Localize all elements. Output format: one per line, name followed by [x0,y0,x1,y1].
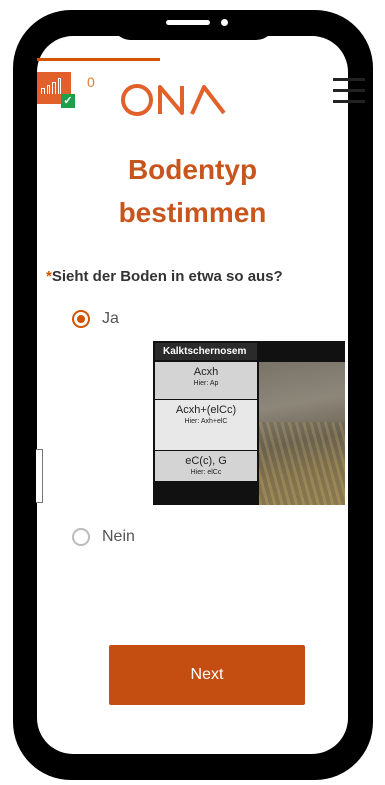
soil-layer-table: Acxh Hier: Ap Acxh+(elCc) Hier: Axh+elC … [155,362,257,481]
side-button [36,449,43,503]
option-ja-label: Ja [102,310,119,327]
option-nein[interactable]: Nein [72,528,135,546]
hamburger-menu-icon[interactable] [333,78,365,104]
phone-notch [111,10,276,40]
radio-nein[interactable] [72,528,90,546]
soil-layer-hier: Hier: elCc [190,469,222,476]
soil-image-heading: Kalktschernosem [155,343,257,360]
soil-photo [259,362,345,505]
question-label: *Sieht der Boden in etwa so aus? [46,268,283,285]
soil-layer: Acxh+(elCc) Hier: Axh+elC [155,400,257,450]
page-title-line1: Bodentyp [127,154,258,185]
check-icon: ✓ [61,94,75,108]
camera [221,19,228,26]
ona-logo[interactable] [120,78,230,122]
radio-ja[interactable] [72,310,90,328]
soil-layer-name: eC(c), G [185,455,227,467]
soil-profile-image: Kalktschernosem Acxh Hier: Ap Acxh+(elCc… [153,341,345,505]
soil-layer-name: Acxh [193,366,219,378]
next-button[interactable]: Next [109,645,305,705]
option-nein-label: Nein [102,528,135,545]
stats-badge[interactable]: ✓ [37,72,75,108]
soil-layer: Acxh Hier: Ap [155,362,257,399]
bar-chart-icon [41,76,61,94]
badge-count: 0 [87,74,95,90]
progress-bar [37,58,160,61]
option-ja[interactable]: Ja [72,310,119,328]
soil-layer: eC(c), G Hier: elCc [155,451,257,481]
page-title: Bodentyp bestimmen [0,148,385,234]
soil-layer-hier: Hier: Axh+elC [184,418,228,425]
speaker [166,20,210,25]
page-title-line2: bestimmen [118,197,267,228]
soil-layer-name: Acxh+(elCc) [175,404,237,416]
soil-layer-hier: Hier: Ap [193,380,219,387]
question-text: Sieht der Boden in etwa so aus? [51,268,283,285]
